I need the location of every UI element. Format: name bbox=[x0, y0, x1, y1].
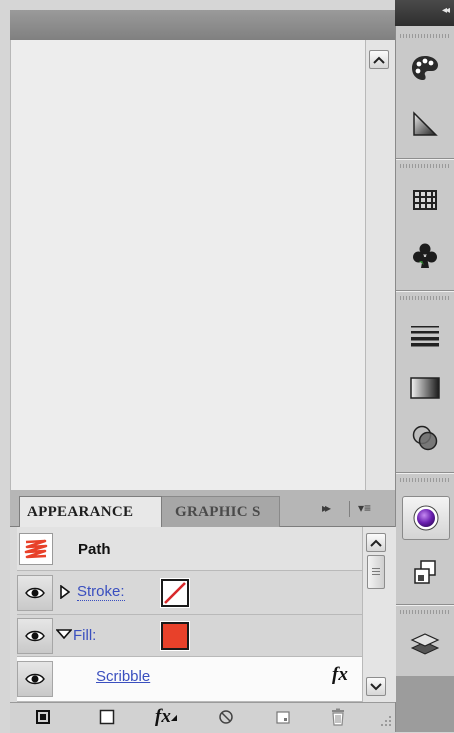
chevron-up-icon bbox=[373, 56, 385, 64]
color-palette-icon[interactable] bbox=[405, 48, 445, 88]
fx-icon[interactable]: fx bbox=[332, 664, 348, 686]
graphic-styles-icon[interactable] bbox=[405, 552, 445, 592]
appearance-icon[interactable] bbox=[402, 496, 450, 540]
fill-swatch[interactable] bbox=[160, 621, 190, 651]
object-thumbnail-icon bbox=[19, 533, 53, 565]
top-panel-header[interactable] bbox=[10, 10, 395, 41]
dock-group-grip[interactable] bbox=[400, 610, 450, 614]
top-panel-scrollbar[interactable] bbox=[365, 40, 396, 490]
scribble-effect-row[interactable] bbox=[17, 657, 362, 702]
symbols-icon[interactable] bbox=[405, 236, 445, 276]
eye-icon bbox=[25, 630, 45, 642]
fill-visibility-toggle[interactable] bbox=[17, 618, 53, 654]
chevron-up-icon bbox=[370, 539, 382, 547]
scroll-down-button[interactable] bbox=[366, 677, 386, 696]
object-row[interactable] bbox=[17, 527, 362, 571]
add-new-stroke-icon[interactable] bbox=[33, 707, 53, 727]
eye-icon bbox=[25, 673, 45, 685]
fill-label[interactable]: Fill: bbox=[73, 627, 96, 644]
dock-separator-highlight bbox=[396, 159, 454, 160]
dock-separator-highlight bbox=[396, 473, 454, 474]
transparency-icon[interactable] bbox=[405, 418, 445, 458]
scroll-up-button[interactable] bbox=[366, 533, 386, 552]
dock-group-grip[interactable] bbox=[400, 34, 450, 38]
tab-control-divider bbox=[349, 501, 350, 517]
dock-separator-highlight bbox=[396, 291, 454, 292]
add-new-effect-icon[interactable]: fx ◢ bbox=[152, 706, 180, 727]
scribble-link[interactable]: Scribble bbox=[96, 668, 150, 685]
stroke-label[interactable]: Stroke: bbox=[77, 583, 125, 601]
add-new-fill-icon[interactable] bbox=[97, 707, 117, 727]
dock-group-grip[interactable] bbox=[400, 296, 450, 300]
scroll-thumb[interactable] bbox=[367, 555, 385, 589]
tab-appearance[interactable]: APPEARANCE bbox=[19, 496, 162, 527]
layers-icon[interactable] bbox=[405, 624, 445, 664]
stroke-visibility-toggle[interactable] bbox=[17, 575, 53, 611]
top-panel-content bbox=[10, 40, 366, 490]
collapse-dock-icon[interactable]: ◂◂ bbox=[442, 5, 450, 16]
scroll-up-button[interactable] bbox=[369, 50, 389, 69]
scribble-visibility-toggle[interactable] bbox=[17, 661, 53, 697]
panel-menu-icon[interactable]: ▾≡ bbox=[358, 501, 371, 515]
none-slash-icon bbox=[164, 582, 186, 604]
color-guide-icon[interactable] bbox=[405, 104, 445, 144]
collapse-triangle-icon[interactable] bbox=[56, 629, 72, 639]
delete-item-icon[interactable] bbox=[328, 707, 348, 727]
stroke-swatch[interactable] bbox=[160, 578, 190, 608]
duplicate-item-icon[interactable] bbox=[273, 707, 293, 727]
eye-icon bbox=[25, 587, 45, 599]
dock-footer bbox=[396, 676, 454, 732]
chevron-down-icon bbox=[370, 682, 382, 690]
resize-grip-icon[interactable] bbox=[379, 714, 393, 728]
stroke-icon[interactable] bbox=[405, 316, 445, 356]
clear-appearance-icon[interactable] bbox=[216, 707, 236, 727]
dock-separator-highlight bbox=[396, 605, 454, 606]
expand-panel-icon[interactable]: ▸▸ bbox=[322, 501, 331, 515]
tab-graphic-styles[interactable]: GRAPHIC S bbox=[162, 496, 280, 527]
gradient-icon[interactable] bbox=[405, 368, 445, 408]
dock-group-grip[interactable] bbox=[400, 478, 450, 482]
expand-triangle-icon[interactable] bbox=[60, 585, 70, 599]
object-label: Path bbox=[78, 541, 111, 558]
appearance-scrollbar[interactable] bbox=[362, 527, 396, 702]
swatches-icon[interactable] bbox=[405, 180, 445, 220]
dock-group-grip[interactable] bbox=[400, 164, 450, 168]
dock-header[interactable]: ◂◂ bbox=[395, 0, 454, 26]
